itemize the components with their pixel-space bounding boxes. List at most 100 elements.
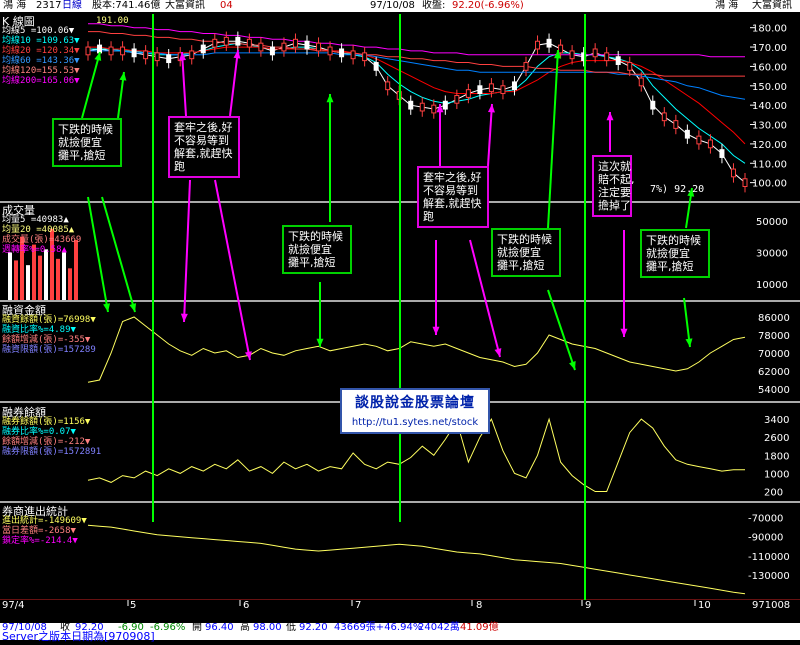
short-balance-legend: 融券餘額(張)=1156▼ bbox=[2, 417, 91, 427]
last-price-tag: 7%) 92.20 bbox=[650, 184, 705, 195]
x-label-jul: 7 bbox=[355, 600, 362, 611]
broker-net-legend: 進出統計=-149609▼ bbox=[2, 516, 87, 526]
k-tick-label-3: 150.00 bbox=[752, 82, 787, 93]
vol5-legend: 均量5 =40983▲ bbox=[2, 215, 69, 225]
candle-body-22 bbox=[339, 48, 345, 58]
x-label-oct: 10 bbox=[698, 600, 711, 611]
status-open: 96.40 bbox=[205, 622, 234, 633]
candle-body-35 bbox=[488, 83, 494, 93]
ma60-legend: 均線60 =143.36▼ bbox=[2, 56, 80, 66]
volume-value-legend: 成交量(張)=43669 bbox=[2, 235, 82, 245]
m-tick-label-1: 78000 bbox=[758, 331, 790, 342]
arrow-green-1 bbox=[81, 51, 101, 119]
arrow-green-8-head bbox=[569, 361, 576, 370]
margin-change-legend: 餘額增減(張)=-355▼ bbox=[2, 335, 91, 345]
candle-body-2 bbox=[108, 46, 114, 56]
arrow-magenta-6-head bbox=[487, 104, 495, 113]
volume-bar-6 bbox=[44, 249, 48, 300]
arrow-magenta-3-head bbox=[180, 313, 188, 322]
candle-body-31 bbox=[442, 100, 448, 110]
candle-body-18 bbox=[292, 38, 298, 48]
candle-body-21 bbox=[327, 46, 333, 56]
s-tick-label-0: 3400 bbox=[764, 415, 789, 426]
candle-body-13 bbox=[235, 36, 241, 46]
volume-bar-8 bbox=[56, 258, 60, 300]
candle-body-38 bbox=[523, 62, 529, 71]
candle-body-46 bbox=[615, 56, 621, 65]
margin-balance-legend: 融資餘額(張)=76998▼ bbox=[2, 315, 96, 325]
period-label[interactable]: 日線 bbox=[62, 0, 82, 12]
k-tick-label-2: 160.00 bbox=[752, 62, 787, 73]
volume-bar-10 bbox=[68, 268, 72, 300]
m-tick-label-4: 54000 bbox=[758, 385, 790, 396]
candle-body-36 bbox=[500, 85, 506, 95]
ma200-legend: 均線200=165.06▼ bbox=[2, 76, 80, 86]
v-tick-label-0: 50000 bbox=[756, 217, 788, 228]
x-label-jun: 6 bbox=[243, 600, 250, 611]
ma5-legend: 均線5 =100.06▼ bbox=[2, 26, 75, 36]
k-tick-label-7: 110.00 bbox=[752, 159, 787, 170]
short-ratio-legend: 融券比率%=0.07▼ bbox=[2, 427, 76, 437]
capital-label: 股本:741.46億 bbox=[92, 0, 161, 11]
close-label: 收盤: bbox=[422, 0, 446, 11]
source-label: 大富資訊 bbox=[165, 0, 205, 11]
status-high-label: 高 bbox=[240, 622, 250, 633]
arrow-magenta-9-head bbox=[606, 112, 614, 121]
status-volume: 43669張+46.94% bbox=[334, 622, 423, 633]
vol20-legend: 均量20 =40085▲ bbox=[2, 225, 75, 235]
candle-body-20 bbox=[316, 42, 322, 52]
chart-canvas: 180.00 170.00 160.00 150.00 140.00 130.00 120.… bbox=[0, 14, 800, 623]
candle-body-25 bbox=[373, 62, 379, 71]
right-stock-name: 鴻 海 bbox=[715, 0, 739, 11]
stock-code: 2317 bbox=[36, 0, 62, 11]
candle-body-16 bbox=[269, 46, 275, 56]
arrow-magenta-7-head bbox=[432, 326, 440, 335]
candle-body-52 bbox=[684, 129, 690, 139]
candle-body-50 bbox=[661, 112, 667, 122]
m-tick-label-3: 62000 bbox=[758, 367, 790, 378]
status-low-label: 低 bbox=[286, 622, 296, 633]
candle-body-12 bbox=[223, 36, 229, 46]
annotation-note-3: 下跌的時候 就撿便宜 攤平,搶短 bbox=[282, 225, 352, 274]
candle-body-40 bbox=[546, 38, 552, 48]
candle-body-0 bbox=[85, 46, 91, 56]
candle-body-3 bbox=[120, 46, 126, 56]
watermark-url[interactable]: http://tu1.sytes.net/stock bbox=[342, 417, 488, 428]
candle-body-45 bbox=[604, 52, 610, 62]
v-tick-label-1: 30000 bbox=[756, 249, 788, 260]
short-change-legend: 餘額增減(張)=-212▼ bbox=[2, 437, 91, 447]
status-open-label: 開 bbox=[192, 622, 202, 633]
b-tick-label-1: -90000 bbox=[748, 533, 783, 544]
x-label-sep: 9 bbox=[585, 600, 592, 611]
m-tick-label-0: 86000 bbox=[758, 313, 790, 324]
candle-body-4 bbox=[131, 48, 137, 58]
max-price-tag: 191.00 bbox=[96, 16, 129, 26]
candle-body-17 bbox=[281, 42, 287, 52]
candle-body-47 bbox=[627, 62, 633, 71]
s-tick-label-3: 1000 bbox=[764, 469, 789, 480]
arrow-magenta-6 bbox=[487, 103, 493, 167]
close-value: 92.20(-6.96%) bbox=[452, 0, 524, 11]
candle-body-28 bbox=[408, 100, 414, 110]
title-bar: 鴻 海 2317 日線 股本:741.46億 大富資訊 04 97/10/08 … bbox=[0, 0, 800, 12]
volume-bar-5 bbox=[38, 255, 42, 300]
x-label-may: 5 bbox=[130, 600, 137, 611]
status-pct: -6.96% bbox=[150, 622, 186, 633]
candle-body-56 bbox=[730, 168, 736, 178]
watermark-title: 談股說金股票論壇 bbox=[355, 395, 475, 411]
s-tick-label-1: 2600 bbox=[764, 433, 789, 444]
candle-body-49 bbox=[650, 100, 656, 110]
ma-line-5 bbox=[88, 23, 745, 58]
annotation-note-1: 下跌的時候 就撿便宜 攤平,搶短 bbox=[52, 118, 122, 167]
arrow-magenta-1 bbox=[181, 51, 187, 117]
annotation-note-5: 下跌的時候 就撿便宜 攤平,搶短 bbox=[491, 228, 561, 277]
arrow-magenta-4 bbox=[214, 179, 251, 361]
ma10-legend: 均線10 =109.63▼ bbox=[2, 36, 80, 46]
arrow-green-4 bbox=[101, 196, 136, 313]
candle-body-33 bbox=[465, 89, 471, 98]
candle-body-54 bbox=[707, 139, 713, 149]
annotation-note-6: 這次就 賠不起, 注定要 擔掉了 bbox=[592, 155, 635, 217]
candle-body-5 bbox=[143, 50, 149, 60]
right-source: 大富資訊 bbox=[752, 0, 792, 11]
k-tick-label-4: 140.00 bbox=[752, 101, 787, 112]
